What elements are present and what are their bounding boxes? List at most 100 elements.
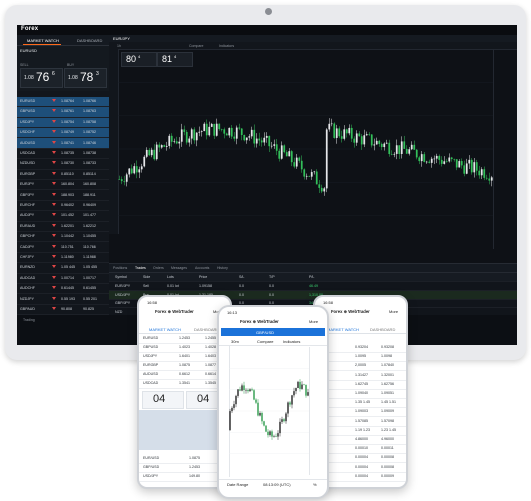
candle-body xyxy=(273,144,276,146)
candle-body xyxy=(190,129,193,139)
candle-body xyxy=(385,142,388,144)
candle-body xyxy=(480,169,483,176)
candle-body xyxy=(210,123,213,127)
phone-center-symbol-bar[interactable]: GBP/USD xyxy=(221,328,325,336)
tab-positions[interactable]: Positions xyxy=(113,266,127,270)
candle-body xyxy=(400,141,403,154)
list-item[interactable]: CADJPY 110.751 110.766 xyxy=(17,243,109,253)
phone-candlestick-chart[interactable] xyxy=(229,347,309,475)
candle-body xyxy=(128,168,131,175)
phone-right-more[interactable]: More xyxy=(389,309,398,314)
sell-price-big: 76 xyxy=(36,70,50,84)
candle-body xyxy=(303,169,306,177)
list-item[interactable]: EURNZD 1.05 445 1.05 455 xyxy=(17,263,109,274)
phone-left-time: 16:58 xyxy=(147,300,158,305)
list-item[interactable]: GBPUSD 1.08761 1.08763 xyxy=(17,107,109,118)
candle-body xyxy=(268,135,271,147)
candle-body xyxy=(239,389,241,391)
list-item[interactable]: USDCHF 1.08749 1.08752 xyxy=(17,128,109,139)
list-item[interactable]: AUDCAD 1.00714 1.00717 xyxy=(17,274,109,284)
list-item[interactable]: AUDUSD 1.08741 1.08746 xyxy=(17,139,109,149)
candle-body xyxy=(315,171,318,185)
candle-body xyxy=(255,138,258,144)
candle-body xyxy=(235,127,238,139)
list-item[interactable]: EURGBP 0.85110 0.85114 xyxy=(17,170,109,180)
candle-body xyxy=(243,385,245,391)
sell-button[interactable]: 1.08 76 6 xyxy=(20,68,63,88)
candle-body xyxy=(488,178,491,181)
candle-body xyxy=(261,412,263,422)
list-item[interactable]: EURAUD 1.62201 1.62212 xyxy=(17,222,109,232)
list-item[interactable]: NZDJPY 0.55 193 0.55 201 xyxy=(17,295,109,305)
candle-body xyxy=(243,134,246,141)
tab-orders[interactable]: Orders xyxy=(153,266,164,270)
tab-market-watch[interactable]: MARKET WATCH xyxy=(149,327,181,332)
list-item[interactable]: NZDUSD 1.08730 1.08733 xyxy=(17,159,109,170)
candle-body xyxy=(213,123,216,136)
tab-history[interactable]: History xyxy=(217,266,228,270)
buy-button[interactable]: 1.08 78 3 xyxy=(64,68,107,88)
candle-body xyxy=(257,402,259,416)
candle-body xyxy=(238,127,241,129)
date-range-button[interactable]: Date Range xyxy=(227,482,248,487)
candle-body xyxy=(435,155,438,159)
candle-body xyxy=(220,129,223,130)
list-item[interactable]: EURCHF 0.96402 0.96409 xyxy=(17,201,109,212)
candle-body xyxy=(247,389,249,392)
candle-body xyxy=(303,384,305,386)
list-item[interactable]: GBPAUD 90.808 90.825 xyxy=(17,305,109,316)
tab-dashboard[interactable]: DASHBOARD xyxy=(77,38,102,43)
indicators-button[interactable]: Indicators xyxy=(219,44,234,48)
tab-trades[interactable]: Trades xyxy=(135,266,146,270)
candle-body xyxy=(348,127,351,134)
list-item[interactable]: EURUSD 1.08764 1.08766 xyxy=(17,97,109,108)
candle-body xyxy=(335,128,338,138)
candle-body xyxy=(308,175,311,177)
candle-body xyxy=(345,129,348,134)
tab-dashboard[interactable]: DASHBOARD xyxy=(370,327,395,332)
candle-body xyxy=(305,175,308,177)
list-item[interactable]: USDCAD 1.08735 1.08738 xyxy=(17,149,109,160)
list-item[interactable]: GBPCHF 1.10442 1.10455 xyxy=(17,232,109,243)
candle-body xyxy=(358,133,361,137)
list-item[interactable]: USDJPY 1.08754 1.08758 xyxy=(17,118,109,128)
list-item[interactable]: CHFJPY 1.11980 1.11988 xyxy=(17,253,109,264)
candle-body xyxy=(408,149,411,154)
candle-body xyxy=(403,141,406,149)
chart-symbol-tab[interactable]: EUR/JPY xyxy=(113,36,130,41)
list-item[interactable]: AUDCHF 0.61445 0.61455 xyxy=(17,284,109,295)
candle-body xyxy=(259,412,261,416)
interval-selector[interactable]: 1h xyxy=(117,44,121,48)
tab-messages[interactable]: Messages xyxy=(171,266,187,270)
candle-body xyxy=(218,123,221,130)
candle-body xyxy=(325,129,328,189)
tab-accounts[interactable]: Accounts xyxy=(195,266,209,270)
indicators-button[interactable]: Indicators xyxy=(283,339,300,344)
list-item[interactable]: AUDJPY 101.452 101.477 xyxy=(17,211,109,222)
list-item[interactable]: EURJPY 160.804 160.808 xyxy=(17,180,109,191)
candle-body xyxy=(299,381,301,389)
tab-market-watch[interactable]: MARKET WATCH xyxy=(327,327,359,332)
candle-body xyxy=(320,187,323,192)
candle-body xyxy=(150,149,153,156)
candle-body xyxy=(180,129,183,142)
compare-button[interactable]: Compare xyxy=(257,339,273,344)
candle-body xyxy=(438,155,441,160)
phone-left-title: Forex ⊕ WebTrader xyxy=(155,309,194,314)
candle-body xyxy=(350,127,353,139)
compare-button[interactable]: Compare xyxy=(189,44,203,48)
tab-dashboard[interactable]: DASHBOARD xyxy=(194,327,219,332)
list-item[interactable]: GBPJPY 188.903 188.911 xyxy=(17,191,109,201)
candle-body xyxy=(230,127,233,137)
phone-left-sell[interactable]: 04 xyxy=(142,391,184,409)
candle-body xyxy=(455,159,458,168)
candle-body xyxy=(240,128,243,135)
percent-toggle[interactable]: % xyxy=(313,482,317,487)
candle-body xyxy=(393,153,396,155)
candle-body xyxy=(205,123,208,136)
phone-center-more[interactable]: More xyxy=(309,319,318,324)
interval-selector[interactable]: 30m xyxy=(231,339,239,344)
candle-body xyxy=(373,144,376,146)
candlestick-chart[interactable] xyxy=(118,49,493,249)
tab-market-watch[interactable]: MARKET WATCH xyxy=(27,38,59,43)
